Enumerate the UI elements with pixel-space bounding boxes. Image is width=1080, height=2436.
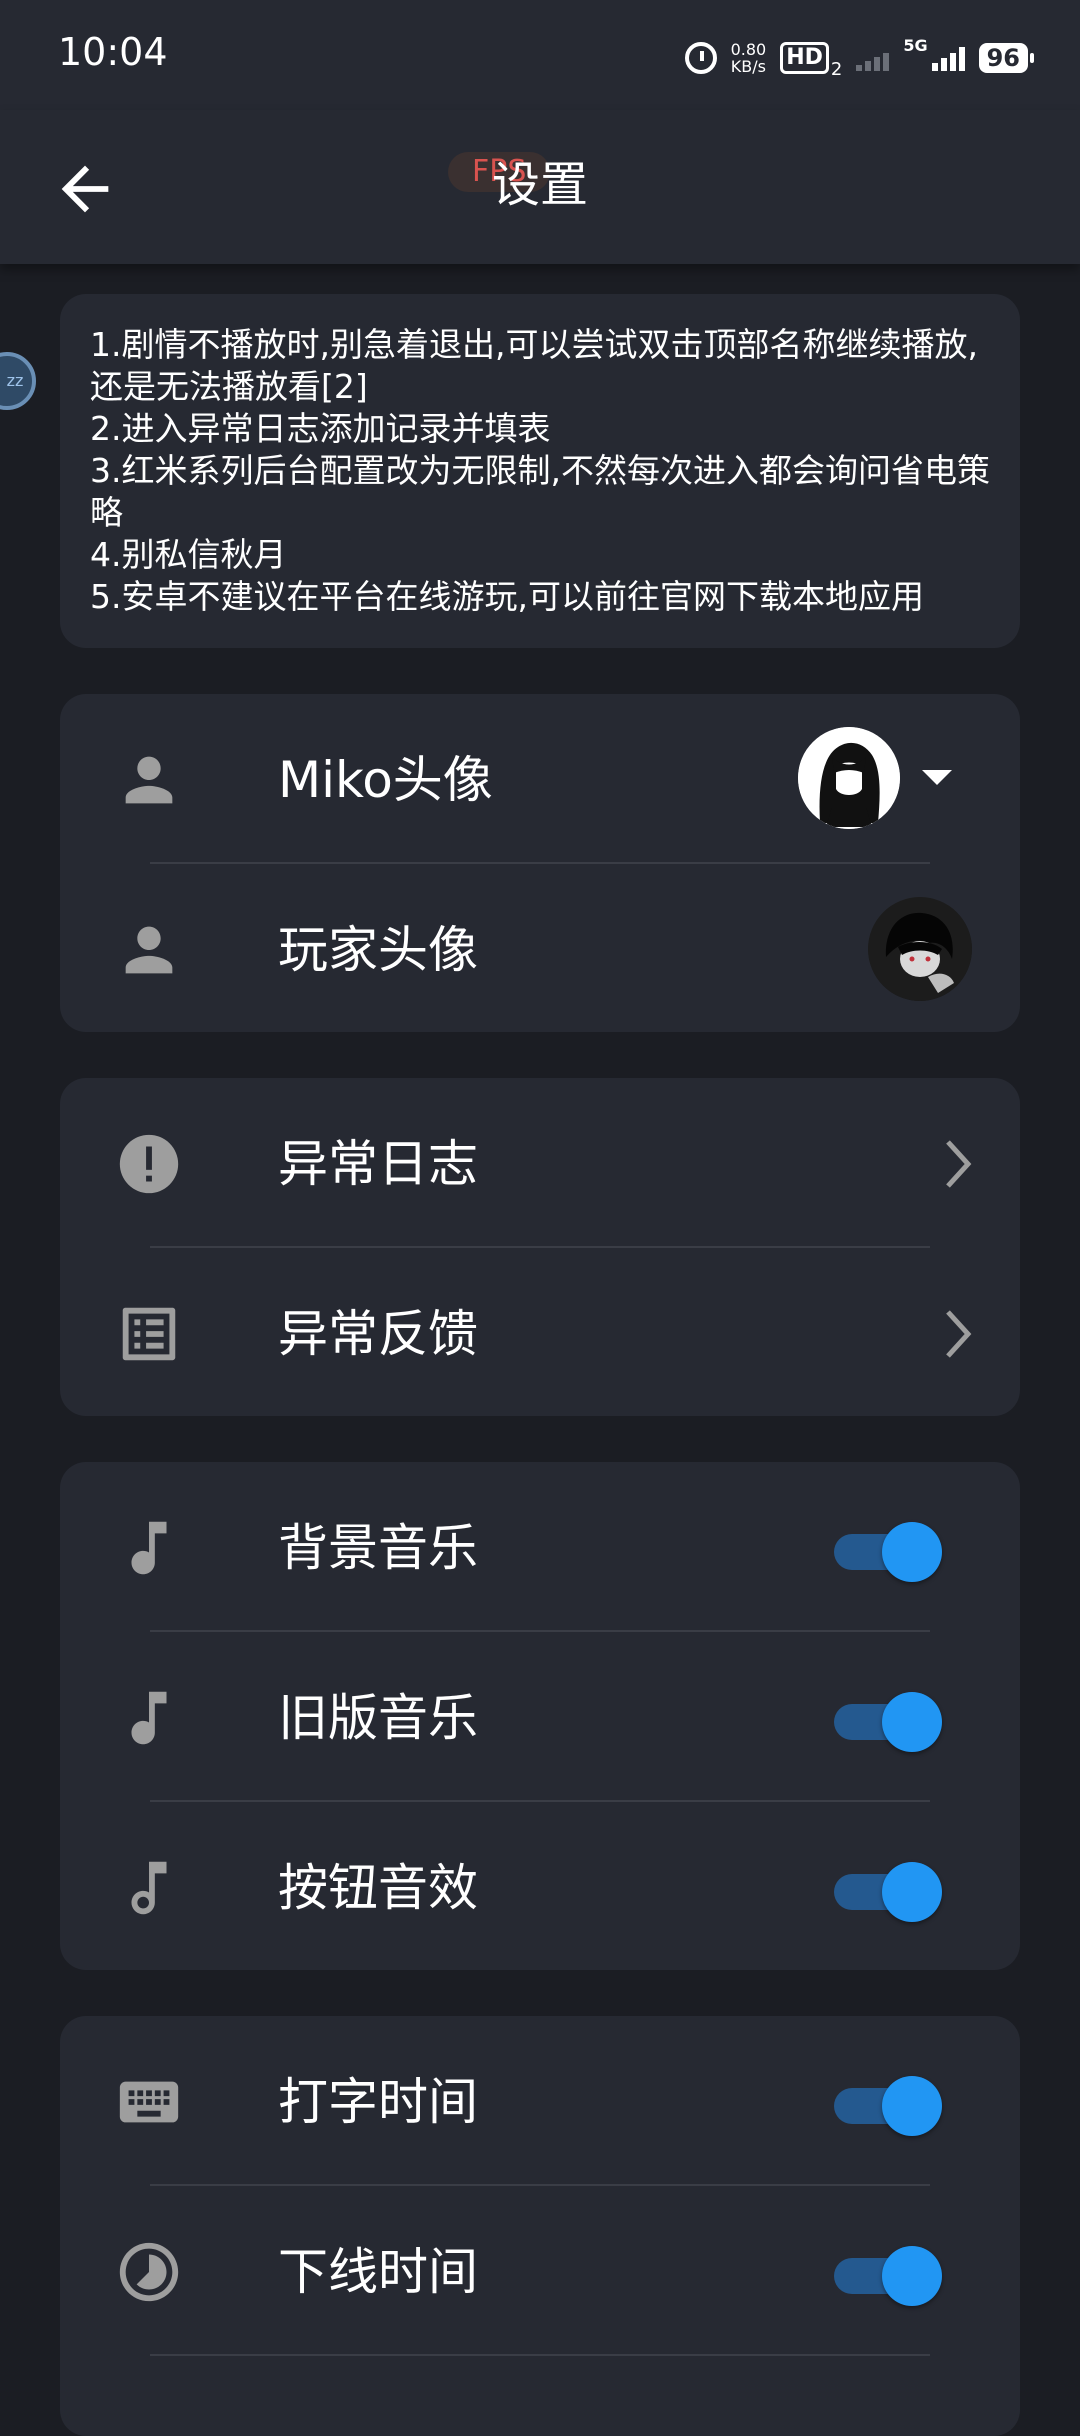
toggle-knob — [882, 1692, 942, 1752]
miko-avatar-image[interactable] — [798, 727, 900, 829]
time-settings-card: 打字时间 下线时间 — [60, 2016, 1020, 2436]
hd-voice-sub: 2 — [830, 59, 843, 80]
log-settings-card: 异常日志 异常反馈 — [60, 1078, 1020, 1416]
audio-settings-card: 背景音乐 旧版音乐 按钮音效 — [60, 1462, 1020, 1970]
error-log-row[interactable]: 异常日志 — [60, 1078, 1020, 1248]
list-box-icon — [122, 1307, 176, 1361]
network-speed-unit: KB/s — [730, 57, 766, 76]
floating-assistant-bubble[interactable]: zz — [0, 352, 36, 410]
old-music-toggle[interactable] — [834, 1686, 942, 1752]
status-time: 10:04 — [58, 30, 168, 74]
timelapse-icon — [119, 2242, 179, 2302]
miko-avatar-row[interactable]: Miko头像 — [60, 694, 1020, 864]
network-speed: 0.80 KB/s — [731, 41, 767, 75]
music-note-outline-icon — [131, 1861, 167, 1915]
notice-line-5: 5.安卓不建议在平台在线游玩,可以前往官网下载本地应用 — [90, 577, 924, 616]
offline-time-row: 下线时间 — [60, 2186, 1020, 2356]
button-sfx-row: 按钮音效 — [60, 1802, 1020, 1972]
player-avatar-art — [868, 897, 972, 1001]
chevron-down-icon[interactable] — [922, 770, 952, 785]
error-feedback-label: 异常反馈 — [278, 1305, 478, 1363]
toggle-knob — [882, 1522, 942, 1582]
chevron-right-icon — [946, 1310, 972, 1358]
miko-avatar-art — [798, 727, 900, 829]
keyboard-icon — [119, 2081, 179, 2123]
offline-time-label: 下线时间 — [278, 2243, 478, 2301]
signal-sim1-icon — [856, 45, 890, 71]
network-type: 5G — [903, 36, 928, 55]
typing-time-toggle[interactable] — [834, 2070, 942, 2136]
music-note-icon — [131, 1691, 167, 1745]
person-icon — [125, 756, 173, 804]
offline-time-toggle[interactable] — [834, 2240, 942, 2306]
hd-voice-icon: HD — [780, 42, 829, 74]
toggle-knob — [882, 1862, 942, 1922]
bgm-row: 背景音乐 — [60, 1462, 1020, 1632]
bgm-toggle[interactable] — [834, 1516, 942, 1582]
button-sfx-label: 按钮音效 — [278, 1859, 478, 1917]
battery-icon: 96 — [978, 43, 1035, 73]
bgm-label: 背景音乐 — [278, 1519, 478, 1577]
miko-avatar-label: Miko头像 — [278, 751, 493, 809]
toggle-knob — [882, 2246, 942, 2306]
alarm-icon — [684, 42, 717, 74]
typing-time-row: 打字时间 — [60, 2016, 1020, 2186]
player-avatar-row[interactable]: 玩家头像 — [60, 864, 1020, 1034]
person-icon — [125, 926, 173, 974]
old-music-row: 旧版音乐 — [60, 1632, 1020, 1802]
alert-circle-icon — [119, 1134, 179, 1194]
network-speed-value: 0.80 — [730, 40, 767, 59]
app-bar: FPS 设置 — [0, 110, 1080, 264]
notice-line-4: 4.别私信秋月 — [90, 535, 287, 574]
status-bar: 10:04 0.80 KB/s HD 2 5G 96 — [0, 0, 1080, 110]
error-log-label: 异常日志 — [278, 1135, 478, 1193]
status-icons: 0.80 KB/s HD 2 5G 96 — [684, 36, 1035, 80]
chevron-right-icon — [946, 1140, 972, 1188]
notice-line-2: 2.进入异常日志添加记录并填表 — [90, 409, 551, 448]
old-music-label: 旧版音乐 — [278, 1689, 478, 1747]
music-note-icon — [131, 1521, 167, 1575]
error-feedback-row[interactable]: 异常反馈 — [60, 1248, 1020, 1418]
notice-line-1: 1.剧情不播放时,别急着退出,可以尝试双击顶部名称继续播放,还是无法播放看[2] — [90, 325, 978, 406]
player-avatar-image[interactable] — [868, 897, 972, 1001]
signal-sim2-icon — [931, 45, 965, 71]
button-sfx-toggle[interactable] — [834, 1856, 942, 1922]
avatar-settings-card: Miko头像 玩家头像 — [60, 694, 1020, 1032]
toggle-knob — [882, 2076, 942, 2136]
notice-card: 1.剧情不播放时,别急着退出,可以尝试双击顶部名称继续播放,还是无法播放看[2]… — [60, 294, 1020, 648]
player-avatar-label: 玩家头像 — [278, 921, 478, 979]
page-title[interactable]: 设置 — [0, 145, 1080, 215]
notice-line-3: 3.红米系列后台配置改为无限制,不然每次进入都会询问省电策略 — [90, 451, 990, 532]
divider — [150, 2354, 930, 2356]
typing-time-label: 打字时间 — [278, 2073, 478, 2131]
